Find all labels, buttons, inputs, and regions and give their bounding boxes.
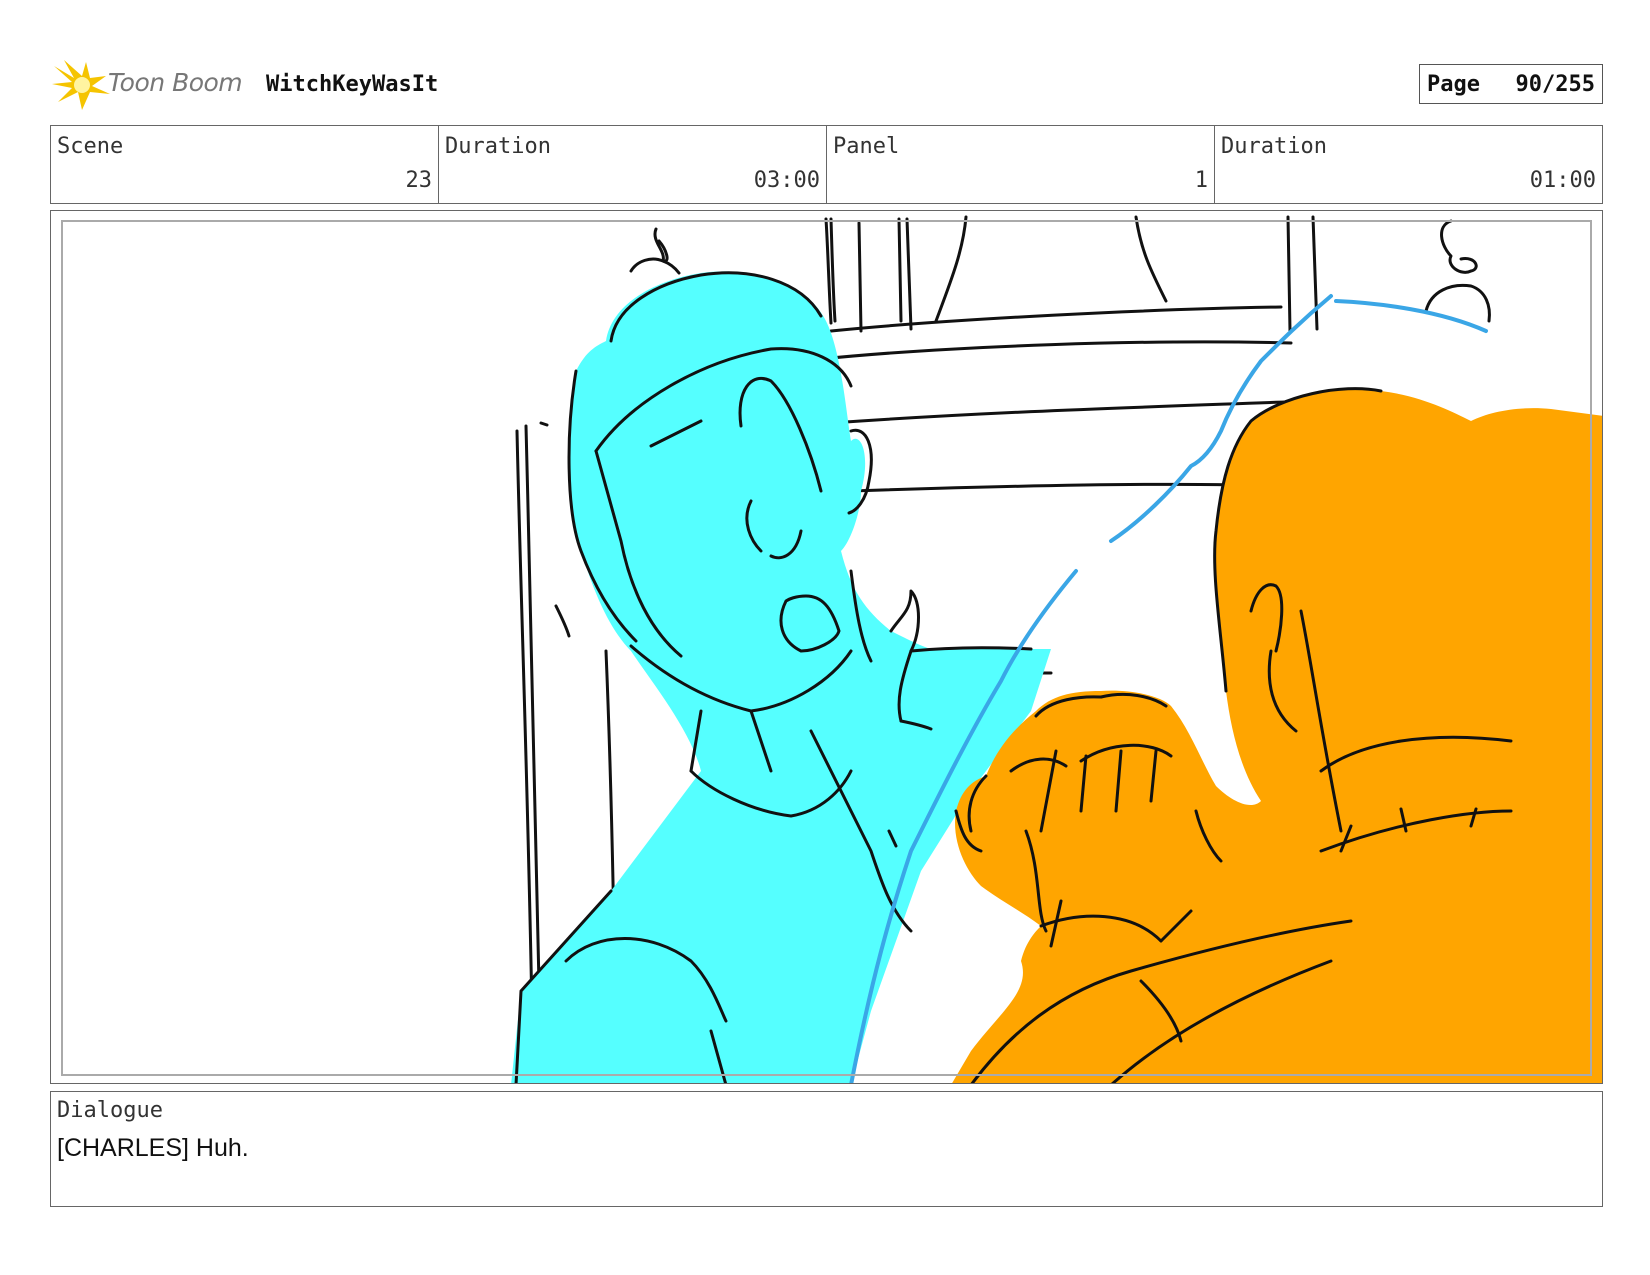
lamp-right xyxy=(1424,219,1491,323)
scene-cell: Scene 23 xyxy=(51,126,439,203)
scene-duration-value: 03:00 xyxy=(753,168,820,193)
logo-text: Toon Boom xyxy=(108,68,243,97)
panel-label: Panel xyxy=(833,134,900,159)
panel-duration-label: Duration xyxy=(1221,134,1327,159)
lamp-left xyxy=(629,227,681,275)
scene-label: Scene xyxy=(57,134,124,159)
toon-boom-logo: Toon Boom xyxy=(52,58,252,114)
page-number: 90/255 xyxy=(1515,71,1595,97)
storyboard-panel xyxy=(50,210,1603,1084)
panel-sketch xyxy=(511,215,1602,1083)
panel-cell: Panel 1 xyxy=(827,126,1215,203)
charles-figure xyxy=(511,271,1051,1083)
panel-value: 1 xyxy=(1194,168,1208,193)
panel-duration-cell: Duration 01:00 xyxy=(1215,126,1602,203)
project-title: WitchKeyWasIt xyxy=(266,72,439,97)
orange-figure xyxy=(952,387,1602,1083)
scene-duration-cell: Duration 03:00 xyxy=(439,126,827,203)
panel-duration-value: 01:00 xyxy=(1529,168,1596,193)
scene-duration-label: Duration xyxy=(445,134,551,159)
scene-value: 23 xyxy=(405,168,433,193)
dialogue-label: Dialogue xyxy=(57,1098,163,1123)
scene-info-row: Scene 23 Duration 03:00 Panel 1 Duration… xyxy=(50,125,1603,204)
page-label: Page xyxy=(1427,71,1480,97)
toon-boom-burst-icon xyxy=(52,60,110,110)
page-indicator: Page 90/255 xyxy=(1419,64,1603,104)
dialogue-text: [CHARLES] Huh. xyxy=(57,1134,249,1162)
dialogue-box: Dialogue [CHARLES] Huh. xyxy=(50,1091,1603,1207)
